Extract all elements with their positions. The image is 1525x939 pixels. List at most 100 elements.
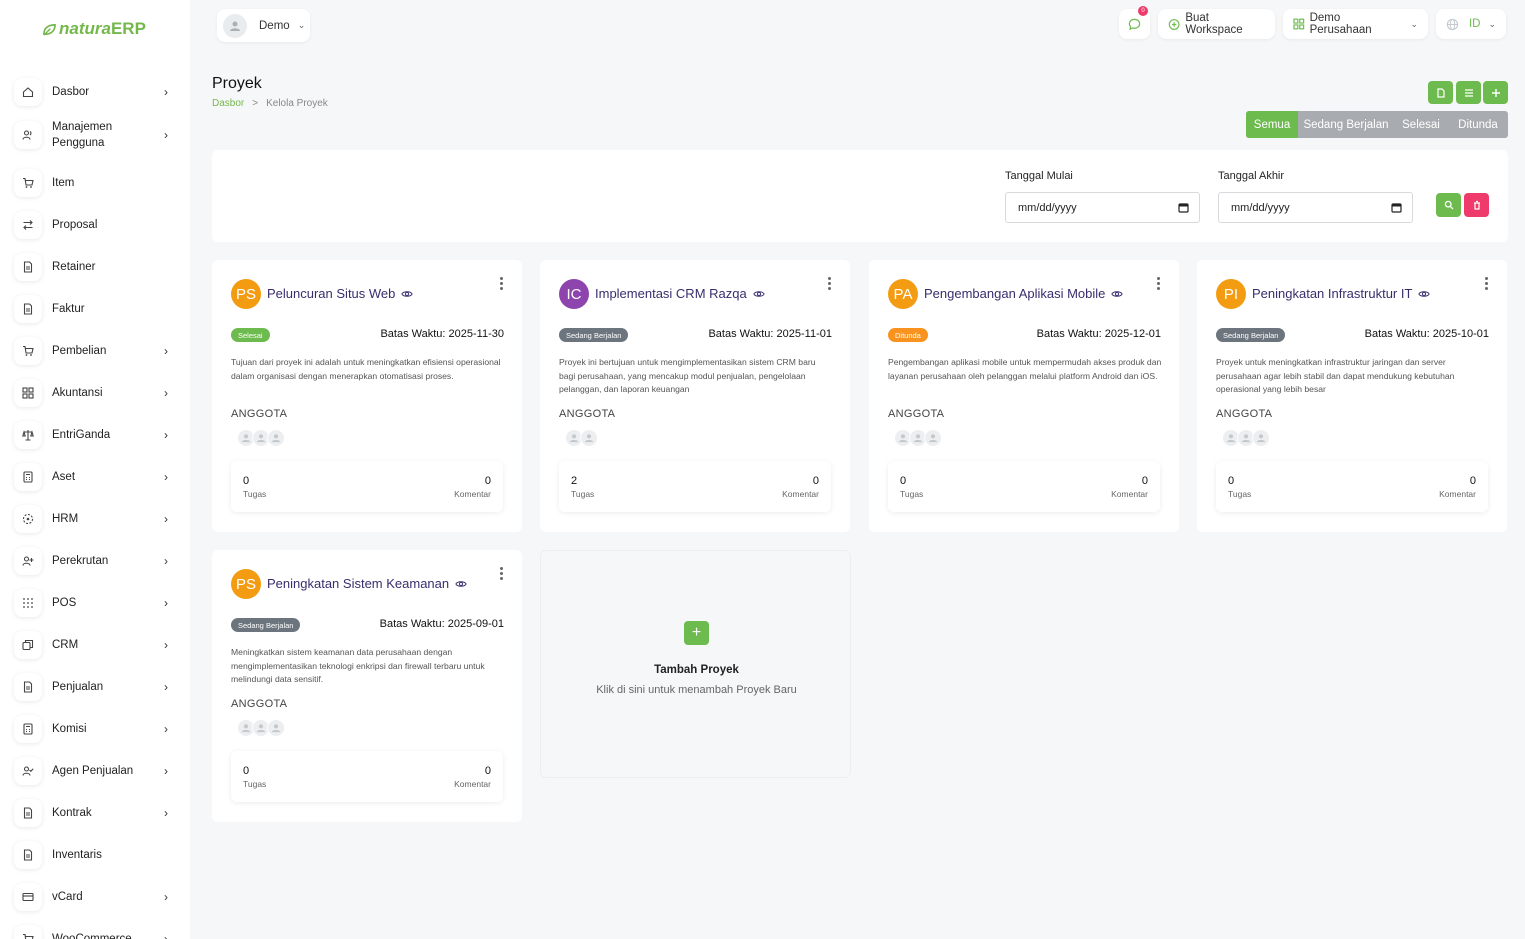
sidebar-item-woocommerce[interactable]: WooCommerce › xyxy=(14,925,176,939)
create-workspace-label: Buat Workspace xyxy=(1185,12,1243,36)
sidebar-item-inventaris[interactable]: Inventaris xyxy=(14,841,176,869)
list-view-button[interactable] xyxy=(1456,81,1481,104)
sidebar-item-label: Aset xyxy=(52,471,76,483)
add-project-card[interactable]: + Tambah Proyek Klik di sini untuk menam… xyxy=(540,550,851,778)
eye-icon[interactable] xyxy=(401,288,414,300)
project-description: Meningkatkan sistem keamanan data perusa… xyxy=(231,647,485,684)
project-description: Proyek ini bertujuan untuk mengimplement… xyxy=(559,357,816,394)
project-title-link[interactable]: Peningkatan Infrastruktur IT xyxy=(1252,286,1431,301)
comment-count: 0 xyxy=(1141,475,1148,487)
sidebar-item-hrm[interactable]: HRM › xyxy=(14,505,176,533)
notifications-button[interactable]: 0 xyxy=(1119,6,1150,39)
sidebar-item-kontrak[interactable]: Kontrak › xyxy=(14,799,176,827)
eye-icon[interactable] xyxy=(455,578,467,590)
eye-icon[interactable] xyxy=(1111,288,1124,300)
project-description: Proyek untuk meningkatkan infrastruktur … xyxy=(1216,357,1455,394)
chevron-right-icon: › xyxy=(164,85,168,99)
end-date-input[interactable]: mm/dd/yyyy xyxy=(1218,192,1413,223)
member-avatar[interactable] xyxy=(267,429,285,447)
eye-icon[interactable] xyxy=(753,288,765,300)
more-options-icon[interactable] xyxy=(500,567,504,582)
sidebar-item-crm[interactable]: CRM › xyxy=(14,631,176,659)
tab-semua[interactable]: Semua xyxy=(1246,111,1298,138)
task-count: 0 xyxy=(243,765,250,777)
card-icon xyxy=(14,883,42,911)
company-selector[interactable]: Demo Perusahaan ⌄ xyxy=(1283,9,1428,39)
project-title-link[interactable]: Peluncuran Situs Web xyxy=(267,286,414,301)
project-card[interactable]: PI Peningkatan Infrastruktur IT Sedang Ber… xyxy=(1197,260,1507,532)
member-avatar[interactable] xyxy=(924,429,942,447)
project-avatar: IC xyxy=(559,279,589,309)
eye-icon[interactable] xyxy=(1418,288,1431,300)
sidebar-item-manajemen-pengguna[interactable]: Manajemen Pengguna › xyxy=(14,119,176,151)
sidebar-item-penjualan[interactable]: Penjualan › xyxy=(14,673,176,701)
file-icon xyxy=(1436,87,1445,98)
deadline-date: 2025-11-01 xyxy=(776,328,832,340)
member-avatar[interactable] xyxy=(580,429,598,447)
status-badge: Sedang Berjalan xyxy=(1216,328,1286,342)
user-icon xyxy=(584,434,594,443)
breadcrumb-home[interactable]: Dasbor xyxy=(212,98,244,109)
sidebar-item-entriganda[interactable]: EntriGanda › xyxy=(14,421,176,449)
sidebar-item-dasbor[interactable]: Dasbor › xyxy=(14,78,176,106)
more-options-icon[interactable] xyxy=(500,277,504,292)
deadline-date: 2025-12-01 xyxy=(1104,328,1161,340)
member-avatar[interactable] xyxy=(267,719,285,737)
sidebar-item-item[interactable]: Item xyxy=(14,169,176,197)
sidebar-item-proposal[interactable]: Proposal xyxy=(14,211,176,239)
start-date-input[interactable]: mm/dd/yyyy xyxy=(1005,192,1200,223)
reset-filter-button[interactable] xyxy=(1464,193,1489,217)
calculator-icon xyxy=(14,463,42,491)
task-label: Tugas xyxy=(243,489,267,499)
sidebar-item-label: WooCommerce xyxy=(52,933,132,939)
globe-icon xyxy=(1446,18,1459,30)
member-avatar[interactable] xyxy=(1252,429,1270,447)
user-icon xyxy=(241,724,251,733)
project-title-link[interactable]: Pengembangan Aplikasi Mobile xyxy=(924,286,1124,301)
project-title-link[interactable]: Peningkatan Sistem Keamanan xyxy=(267,576,467,591)
project-avatar: PI xyxy=(1216,279,1246,309)
add-project-button[interactable] xyxy=(1483,81,1508,104)
app-logo[interactable]: natura ERP xyxy=(42,18,146,40)
sidebar-item-perekrutan[interactable]: Perekrutan › xyxy=(14,547,176,575)
member-avatars xyxy=(237,429,285,447)
sidebar-item-komisi[interactable]: Komisi › xyxy=(14,715,176,743)
language-selector[interactable]: ID ⌄ xyxy=(1436,9,1506,39)
sidebar-item-retainer[interactable]: Retainer xyxy=(14,253,176,281)
project-card[interactable]: PS Peluncuran Situs Web Selesai Batas Waktu… xyxy=(212,260,522,532)
tab-selesai[interactable]: Selesai xyxy=(1394,111,1448,138)
sidebar-item-agen-penjualan[interactable]: Agen Penjualan › xyxy=(14,757,176,785)
sidebar-item-vcard[interactable]: vCard › xyxy=(14,883,176,911)
target-icon xyxy=(14,505,42,533)
sidebar-item-label: POS xyxy=(52,597,77,609)
deadline-label: Batas Waktu: xyxy=(380,328,446,340)
members-heading: ANGGOTA xyxy=(231,408,288,420)
chevron-right-icon: › xyxy=(164,470,168,484)
calendar-icon[interactable] xyxy=(1178,202,1189,213)
project-card[interactable]: PS Peningkatan Sistem Keamanan Sedang Berj… xyxy=(212,550,522,822)
tab-ditunda[interactable]: Ditunda xyxy=(1448,111,1508,138)
sidebar-item-pembelian[interactable]: Pembelian › xyxy=(14,337,176,365)
sidebar-item-label: Kontrak xyxy=(52,807,92,819)
more-options-icon[interactable] xyxy=(828,277,832,292)
user-menu[interactable]: Demo ⌄ xyxy=(217,9,310,42)
more-options-icon[interactable] xyxy=(1157,277,1161,292)
project-card[interactable]: PA Pengembangan Aplikasi Mobile Ditunda Bat… xyxy=(869,260,1179,532)
calendar-icon[interactable] xyxy=(1391,202,1402,213)
user-icon xyxy=(913,434,923,443)
end-date-placeholder: mm/dd/yyyy xyxy=(1231,201,1290,214)
project-avatar: PS xyxy=(231,279,261,309)
search-button[interactable] xyxy=(1436,193,1461,217)
project-card[interactable]: IC Implementasi CRM Razqa Sedang Berjalan B… xyxy=(540,260,850,532)
tab-sedang-berjalan[interactable]: Sedang Berjalan xyxy=(1298,111,1394,138)
export-button[interactable] xyxy=(1428,81,1453,104)
more-options-icon[interactable] xyxy=(1485,277,1489,292)
sidebar-item-pos[interactable]: POS › xyxy=(14,589,176,617)
comment-count: 0 xyxy=(1469,475,1476,487)
sidebar-item-akuntansi[interactable]: Akuntansi › xyxy=(14,379,176,407)
create-workspace-button[interactable]: Buat Workspace xyxy=(1158,9,1275,39)
project-title-link[interactable]: Implementasi CRM Razqa xyxy=(595,286,765,301)
sidebar-item-faktur[interactable]: Faktur xyxy=(14,295,176,323)
project-stats: 0 Tugas 0 Komentar xyxy=(888,461,1160,512)
sidebar-item-aset[interactable]: Aset › xyxy=(14,463,176,491)
